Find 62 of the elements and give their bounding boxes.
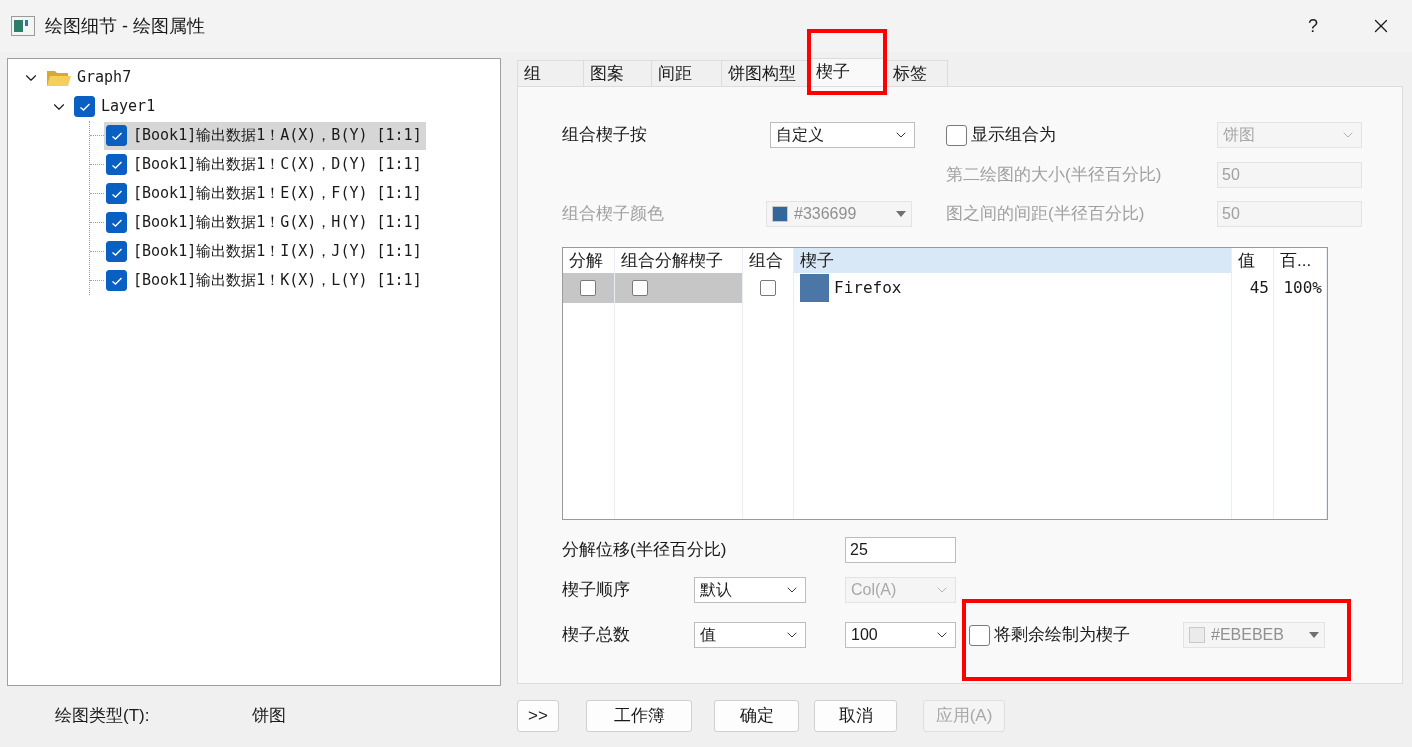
dialog-button[interactable]: >> [517,700,559,732]
column-header[interactable]: 楔子 [794,248,1231,273]
checkbox[interactable] [106,125,127,146]
tree-item-label: [Book1]输出数据1！K(X)，L(Y) [1:1] [133,270,422,292]
tree-item-label: [Book1]输出数据1！I(X)，J(Y) [1:1] [133,241,422,263]
field-label: 楔子顺序 [562,579,631,602]
tree-item[interactable]: Graph7 [77,66,132,89]
field-label: 第二绘图的大小(半径百分比) [946,164,1163,187]
tree-item-label: [Book1]输出数据1！A(X)，B(Y) [1:1] [133,125,422,147]
field-label: 将剩余绘制为楔子 [994,624,1130,647]
tab[interactable]: 标签 [887,60,948,86]
help-button[interactable]: ? [1298,12,1328,40]
check-icon [110,188,123,199]
tree-item[interactable]: [Book1]输出数据1！I(X)，J(Y) [1:1] [104,237,426,266]
checkbox[interactable] [632,280,648,296]
tree-item[interactable]: [Book1]输出数据1！K(X)，L(Y) [1:1] [104,266,426,295]
caret-down-icon [1309,632,1319,638]
tab[interactable]: 图案 [584,60,652,86]
tree-item[interactable]: Layer1 [101,95,156,118]
check-icon [110,246,123,257]
tree-item-label: [Book1]输出数据1！E(X)，F(Y) [1:1] [133,183,422,205]
field-label: 图之间的间距(半径百分比) [946,203,1146,226]
tree-item[interactable]: [Book1]输出数据1！A(X)，B(Y) [1:1] [104,121,426,150]
tree-item[interactable]: [Book1]输出数据1！C(X)，D(Y) [1:1] [104,150,426,179]
dialog-button[interactable]: 确定 [714,700,799,732]
checkbox[interactable] [106,212,127,233]
checkbox[interactable] [580,280,596,296]
check-icon [78,101,91,112]
field-label: 楔子总数 [562,624,631,647]
checkbox[interactable] [106,270,127,291]
field-label: 分解位移(半径百分比) [562,539,728,562]
plot-type-value: 饼图 [252,705,287,728]
window-title: 绘图细节 - 绘图属性 [45,14,205,38]
tab[interactable]: 组 [517,60,584,86]
checkbox[interactable] [760,280,776,296]
dialog-button[interactable]: 工作簿 [586,700,692,732]
dropdown[interactable]: 值 [694,622,806,648]
dialog-button[interactable]: 取消 [814,700,897,732]
caret-down-icon [896,211,906,217]
plot-type-label: 绘图类型(T): [55,705,151,728]
check-icon [110,159,123,170]
tree-item[interactable]: [Book1]输出数据1！G(X)，H(Y) [1:1] [104,208,426,237]
check-icon [110,130,123,141]
dropdown[interactable]: 自定义 [770,122,915,148]
checkbox[interactable] [106,154,127,175]
field-label: 组合楔子颜色 [562,203,665,226]
wedge-name: Firefox [834,277,902,299]
check-icon [110,275,123,286]
tree-item-label: [Book1]输出数据1！G(X)，H(Y) [1:1] [133,212,422,234]
tab[interactable]: 间距 [652,60,722,86]
field-label: 组合楔子按 [562,124,648,147]
window-icon [11,16,35,36]
tree-item[interactable]: [Book1]输出数据1！E(X)，F(Y) [1:1] [104,179,426,208]
checkbox[interactable] [106,183,127,204]
field-label: 显示组合为 [971,124,1056,147]
checkbox[interactable] [106,241,127,262]
offset-field[interactable]: 25 [845,537,956,563]
dropdown[interactable]: 默认 [694,577,806,603]
tree-item-label: [Book1]输出数据1！C(X)，D(Y) [1:1] [133,154,422,176]
check-icon [110,217,123,228]
dropdown[interactable]: 100 [845,622,956,648]
checkbox[interactable] [74,96,95,117]
